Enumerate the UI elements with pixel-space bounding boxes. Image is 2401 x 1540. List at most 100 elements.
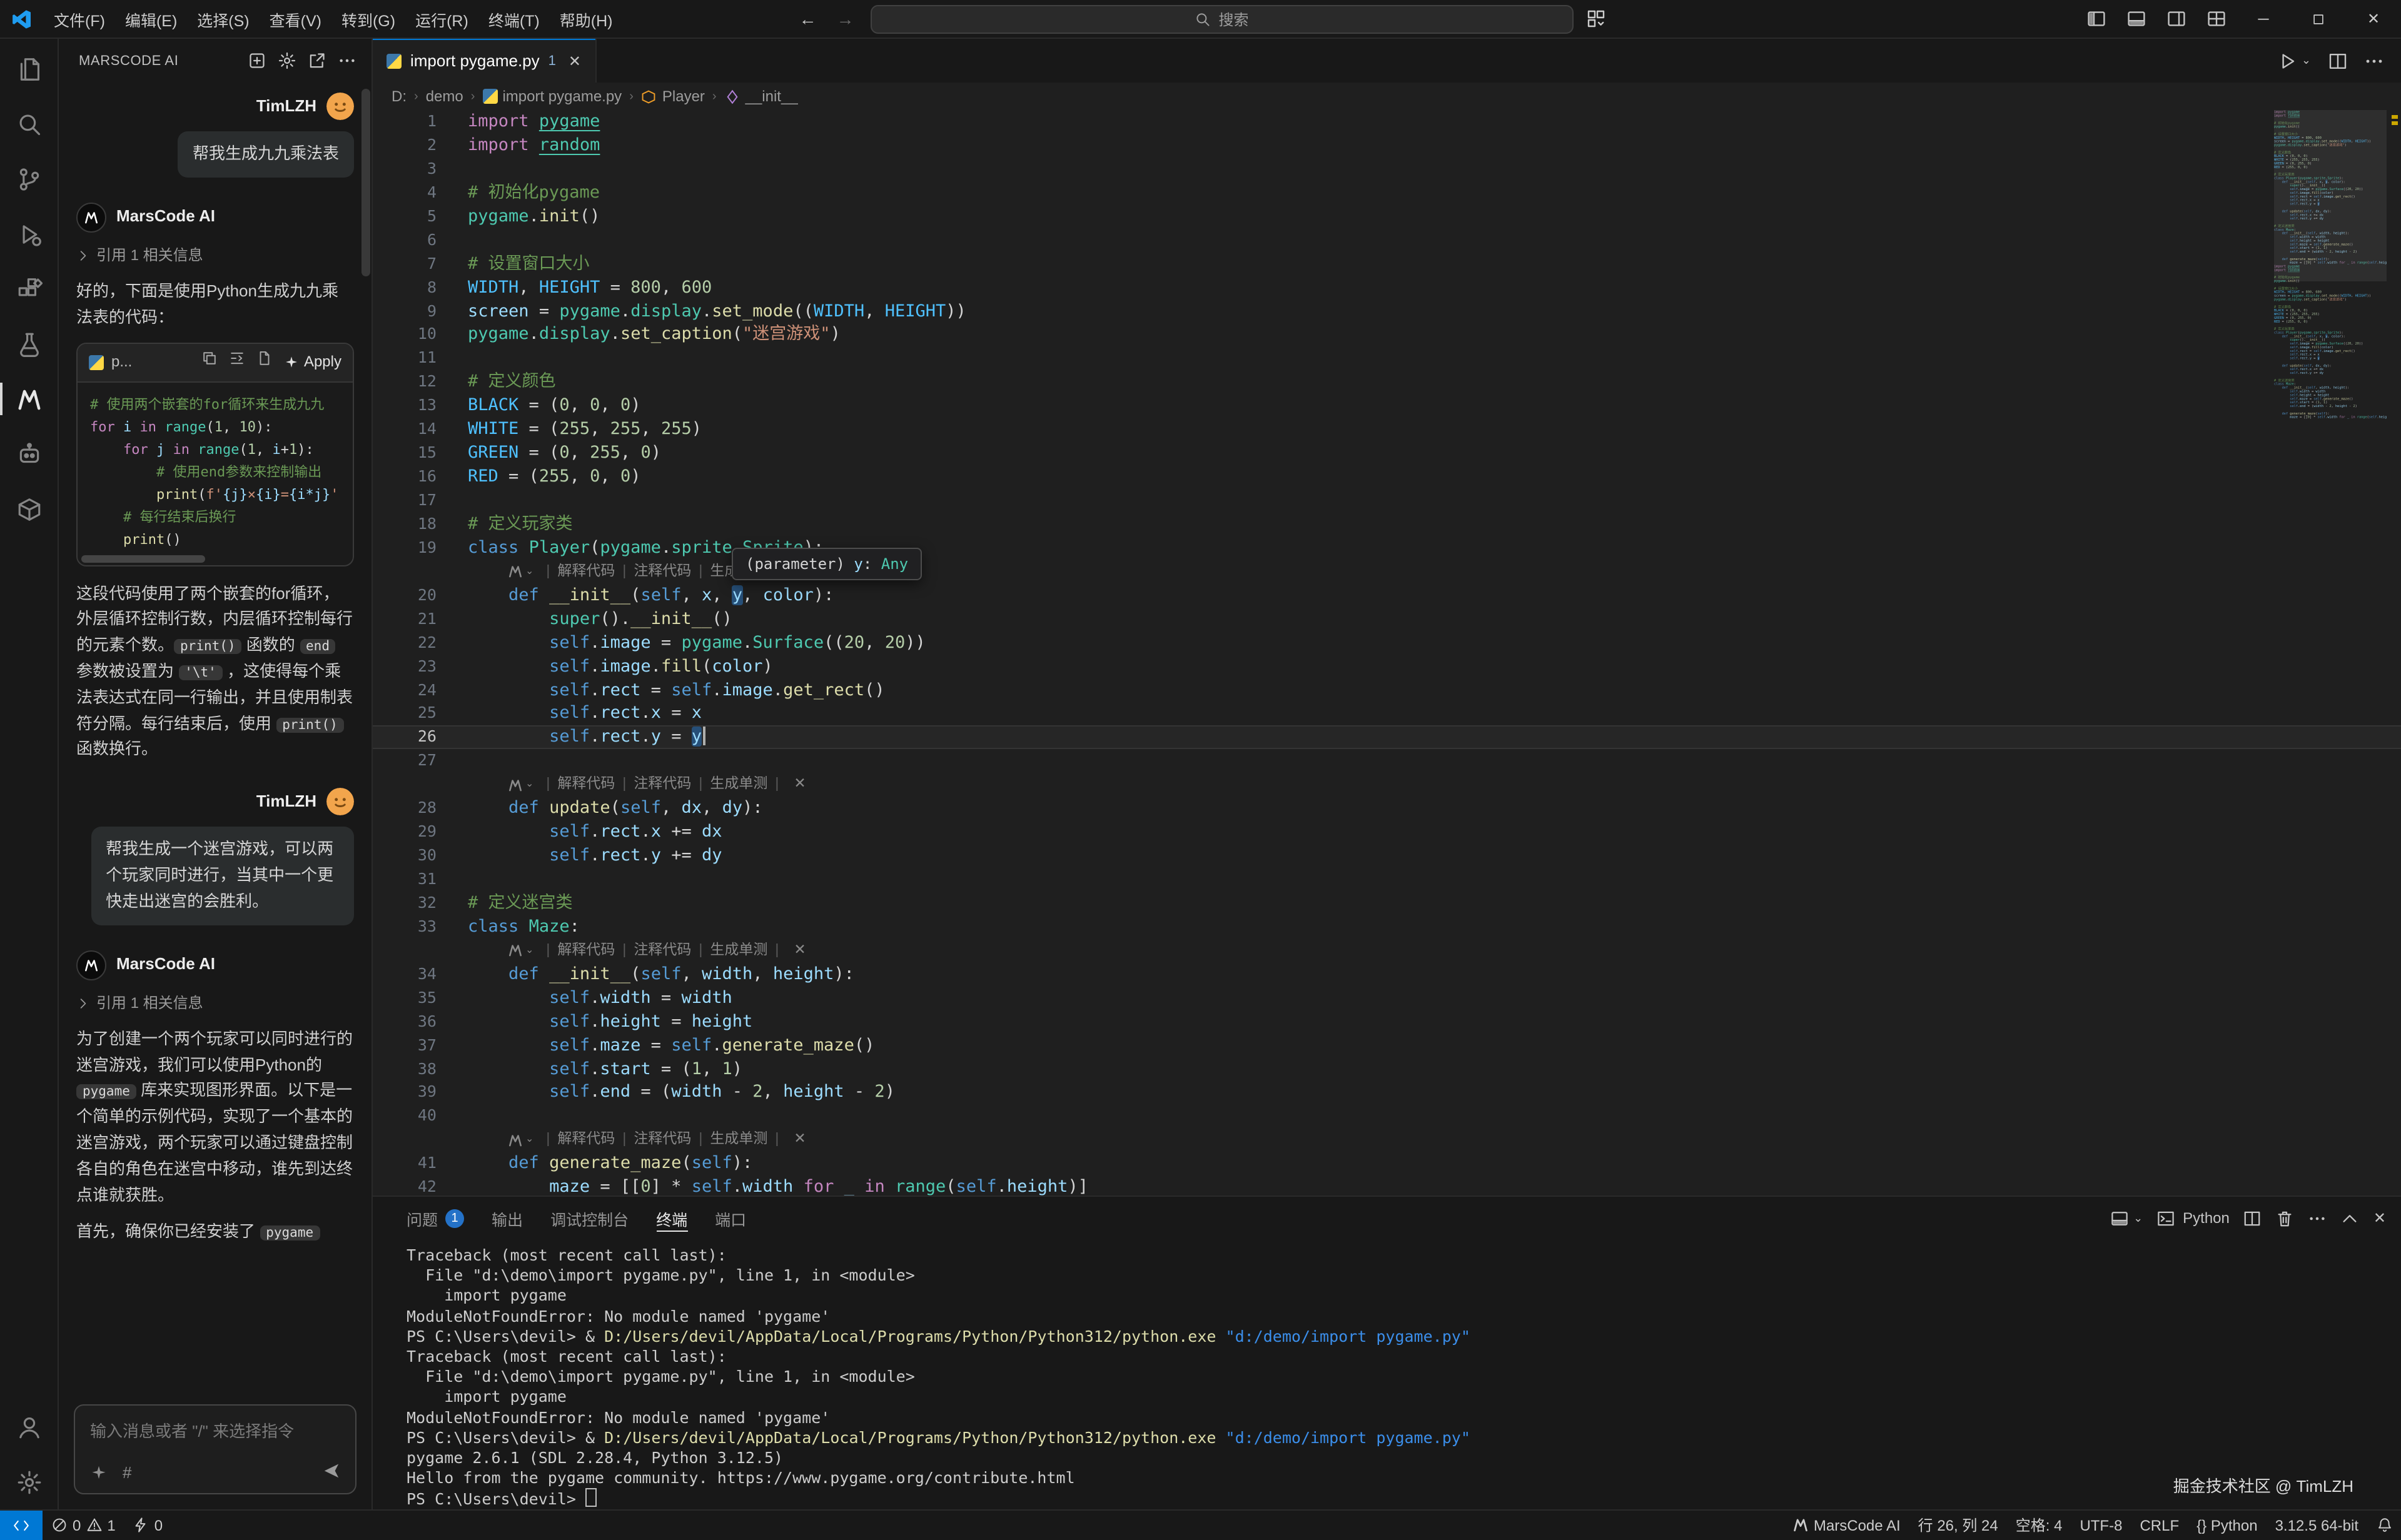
code-line[interactable]: 20 def __init__(self, x, y, color): — [373, 584, 2401, 608]
code-line[interactable]: 13BLACK = (0, 0, 0) — [373, 395, 2401, 418]
line-number[interactable]: 28 — [373, 797, 458, 820]
line-number[interactable]: 15 — [373, 441, 458, 465]
codelens-解释代码[interactable]: 解释代码 — [557, 1129, 615, 1152]
codelens-dropdown-icon[interactable]: ⌄ — [525, 560, 533, 584]
breadcrumb-item[interactable]: import pygame.py — [482, 88, 622, 105]
code-line[interactable]: 12# 定义颜色 — [373, 371, 2401, 395]
line-number[interactable]: 30 — [373, 844, 458, 868]
activitybar-extensions-icon[interactable] — [0, 261, 58, 316]
tab-import-pygame[interactable]: import pygame.py 1 ✕ — [373, 39, 596, 83]
split-editor-icon[interactable] — [2327, 51, 2347, 71]
codelens-解释代码[interactable]: 解释代码 — [557, 560, 615, 584]
line-number[interactable]: 34 — [373, 963, 458, 987]
breadcrumb-item[interactable]: demo — [426, 88, 463, 105]
activitybar-search-icon[interactable] — [0, 96, 58, 151]
line-number[interactable]: 36 — [373, 1010, 458, 1034]
run-dropdown-icon[interactable]: ⌄ — [2302, 54, 2311, 68]
trash-icon[interactable] — [2276, 1209, 2295, 1227]
create-file-icon[interactable] — [256, 350, 273, 366]
editor-gutter[interactable] — [373, 939, 458, 963]
code-editor[interactable]: 1import pygame2import random34# 初始化pygam… — [373, 110, 2401, 1195]
code-line[interactable]: 2import random — [373, 134, 2401, 158]
toggle-secondary-sidebar-icon[interactable] — [2166, 9, 2186, 29]
line-number[interactable]: 32 — [373, 892, 458, 915]
marscode-icon[interactable] — [508, 1133, 523, 1148]
code-line[interactable]: 34 def __init__(self, width, height): — [373, 963, 2401, 987]
run-python-icon[interactable] — [2277, 51, 2297, 71]
maximize-button[interactable] — [2291, 0, 2346, 38]
activitybar-account-icon[interactable] — [0, 1399, 58, 1454]
line-number[interactable]: 3 — [373, 158, 458, 181]
codelens-注释代码[interactable]: 注释代码 — [634, 773, 691, 797]
references-toggle[interactable]: 引用 1 相关信息 — [76, 991, 354, 1015]
ports-indicator[interactable]: 0 — [124, 1511, 171, 1540]
line-number[interactable]: 37 — [373, 1034, 458, 1057]
code-line[interactable]: 25 self.rect.x = x — [373, 702, 2401, 726]
code-line[interactable]: 26 self.rect.y = y — [373, 726, 2401, 750]
line-number[interactable]: 14 — [373, 418, 458, 441]
editor-gutter[interactable] — [373, 773, 458, 797]
activitybar-robot-icon[interactable] — [0, 426, 58, 481]
code-line[interactable]: 38 self.start = (1, 1) — [373, 1057, 2401, 1081]
menu-运行(R)[interactable]: 运行(R) — [405, 3, 478, 34]
marscode-icon[interactable] — [508, 944, 523, 959]
line-number[interactable]: 21 — [373, 607, 458, 631]
send-button[interactable] — [323, 1462, 340, 1483]
terminal-tab-python[interactable]: Python — [2156, 1209, 2230, 1227]
codelens-解释代码[interactable]: 解释代码 — [557, 773, 615, 797]
panel-tab-问题[interactable]: 问题1 — [407, 1197, 464, 1239]
sparkle-icon[interactable] — [90, 1464, 108, 1481]
terminal-profile-dropdown-icon[interactable]: ⌄ — [2133, 1211, 2143, 1225]
status-3.12.5 64-bit[interactable]: 3.12.5 64-bit — [2267, 1511, 2367, 1540]
toggle-sidebar-icon[interactable] — [2086, 9, 2106, 29]
new-chat-icon[interactable] — [248, 51, 266, 70]
line-number[interactable]: 18 — [373, 513, 458, 536]
line-number[interactable]: 20 — [373, 584, 458, 608]
line-number[interactable]: 17 — [373, 489, 458, 513]
line-number[interactable]: 29 — [373, 820, 458, 844]
line-number[interactable]: 5 — [373, 205, 458, 229]
editor-gutter[interactable] — [373, 1129, 458, 1152]
activitybar-toolbox-icon[interactable] — [0, 481, 58, 536]
line-number[interactable]: 7 — [373, 252, 458, 276]
line-number[interactable]: 16 — [373, 465, 458, 489]
code-line[interactable]: 15GREEN = (0, 255, 0) — [373, 441, 2401, 465]
line-number[interactable]: 6 — [373, 228, 458, 252]
activitybar-run-debug-icon[interactable] — [0, 206, 58, 261]
back-arrow-icon[interactable]: ← — [796, 9, 821, 29]
code-line[interactable]: 3 — [373, 158, 2401, 181]
line-number[interactable]: 31 — [373, 868, 458, 892]
activitybar-test-beaker-icon[interactable] — [0, 316, 58, 371]
forward-arrow-icon[interactable]: → — [833, 9, 858, 29]
line-number[interactable]: 39 — [373, 1081, 458, 1105]
status-{} Python[interactable]: {} Python — [2188, 1511, 2266, 1540]
menu-帮助(H)[interactable]: 帮助(H) — [550, 3, 623, 34]
code-line[interactable]: 8WIDTH, HEIGHT = 800, 600 — [373, 276, 2401, 299]
code-line[interactable]: 35 self.width = width — [373, 986, 2401, 1010]
more-icon[interactable] — [338, 51, 356, 70]
remote-indicator[interactable] — [0, 1511, 43, 1540]
codelens-close-icon[interactable]: ✕ — [794, 939, 806, 963]
code-line[interactable]: 27 — [373, 750, 2401, 773]
codelens-close-icon[interactable]: ✕ — [794, 773, 806, 797]
more-icon[interactable] — [2308, 1209, 2327, 1227]
more-icon[interactable] — [2363, 51, 2383, 71]
problems-indicator[interactable]: 01 — [43, 1511, 124, 1540]
close-button[interactable]: ✕ — [2346, 0, 2401, 38]
split-editor-icon[interactable] — [2243, 1209, 2262, 1227]
code-line[interactable]: 9screen = pygame.display.set_mode((WIDTH… — [373, 299, 2401, 323]
code-line[interactable]: 33class Maze: — [373, 915, 2401, 939]
codelens-注释代码[interactable]: 注释代码 — [634, 560, 691, 584]
codelens-dropdown-icon[interactable]: ⌄ — [525, 1129, 533, 1152]
code-line[interactable]: 4# 初始化pygame — [373, 181, 2401, 205]
menu-编辑(E)[interactable]: 编辑(E) — [115, 3, 187, 34]
line-number[interactable]: 22 — [373, 631, 458, 655]
views-dropdown-icon[interactable] — [1586, 9, 1606, 29]
panel-tab-调试控制台[interactable]: 调试控制台 — [550, 1197, 629, 1239]
code-line[interactable]: 14WHITE = (255, 255, 255) — [373, 418, 2401, 441]
menu-终端(T)[interactable]: 终端(T) — [478, 3, 550, 34]
settings-gear-icon[interactable] — [278, 51, 296, 70]
status-UTF-8[interactable]: UTF-8 — [2071, 1511, 2131, 1540]
search-box[interactable]: 搜索 — [871, 4, 1574, 33]
code-line[interactable]: 29 self.rect.x += dx — [373, 820, 2401, 844]
